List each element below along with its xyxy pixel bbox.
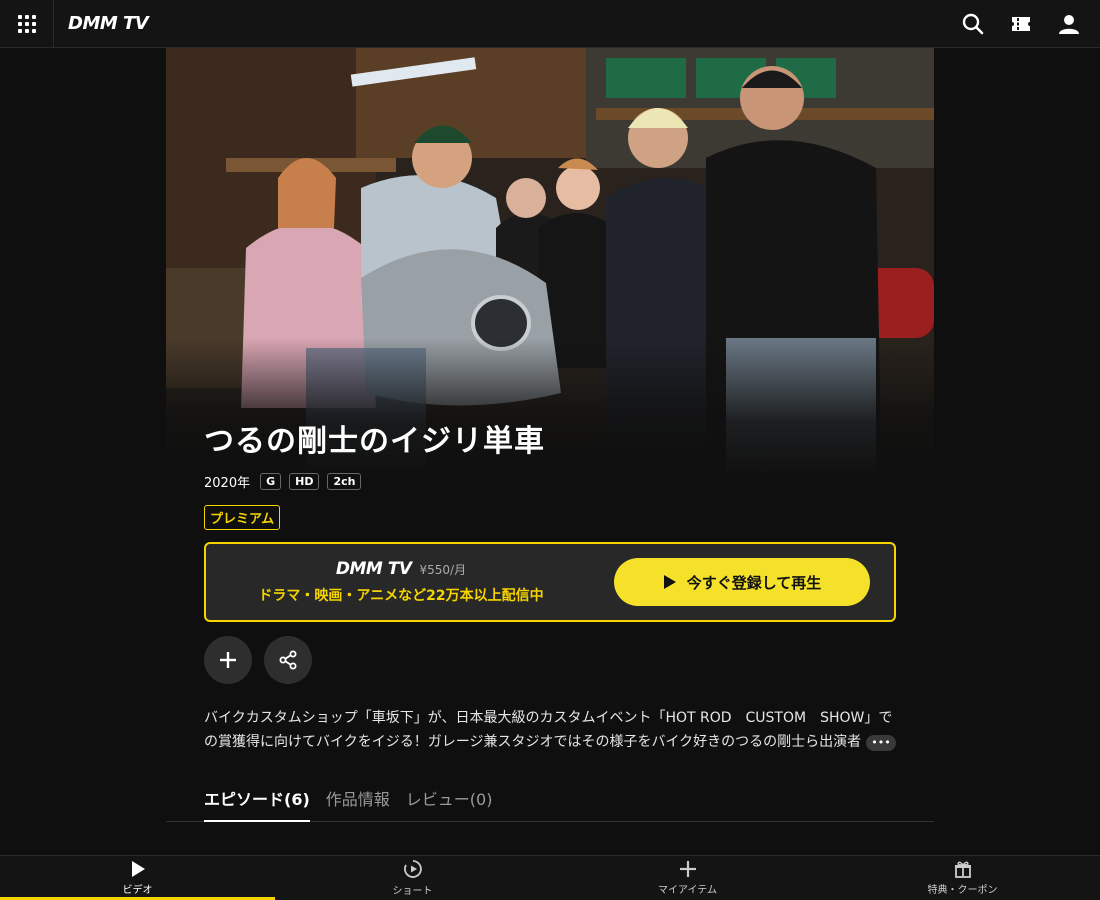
play-icon	[131, 861, 145, 877]
title-info: つるの剛士のイジリ単車 2020年 G HD 2ch プレミアム DMM TV …	[204, 416, 896, 754]
top-header: DMM TV	[0, 0, 1100, 48]
description: バイクカスタムショップ「車坂下」が、日本最大級のカスタムイベント「HOT ROD…	[204, 706, 896, 754]
plus-icon	[679, 861, 696, 877]
bottom-nav-my-items[interactable]: マイアイテム	[550, 856, 825, 900]
search-button[interactable]	[956, 7, 990, 41]
bottom-nav-short[interactable]: ショート	[275, 856, 550, 900]
action-buttons	[204, 636, 896, 684]
hero-image	[166, 48, 934, 478]
bottom-nav-video[interactable]: ビデオ	[0, 856, 275, 900]
bottom-nav-short-label: ショート	[392, 886, 433, 897]
add-to-list-button[interactable]	[204, 636, 252, 684]
play-icon	[663, 575, 676, 589]
gift-icon	[954, 861, 971, 878]
short-play-icon	[403, 860, 422, 878]
rating-badge: G	[260, 473, 282, 490]
quality-badge: HD	[289, 473, 320, 490]
premium-badge: プレミアム	[204, 505, 281, 530]
meta-row: 2020年 G HD 2ch	[204, 472, 896, 491]
promo-price: ¥550/月	[419, 563, 467, 577]
read-more-button[interactable]: •••	[866, 735, 896, 751]
promo-logo: DMM TV	[335, 559, 412, 579]
add-icon	[220, 652, 236, 668]
user-icon	[1059, 14, 1079, 34]
bottom-nav-video-label: ビデオ	[122, 885, 153, 896]
tab-details[interactable]: 作品情報	[326, 770, 390, 821]
description-text: バイクカスタムショップ「車坂下」が、日本最大級のカスタムイベント「HOT ROD…	[204, 710, 893, 750]
bottom-nav: ビデオ ショート マイアイテム 特典・クーポン	[0, 855, 1100, 900]
account-button[interactable]	[1052, 7, 1086, 41]
bottom-nav-my-items-label: マイアイテム	[658, 885, 717, 896]
ticket-icon	[1012, 16, 1030, 31]
audio-badge: 2ch	[327, 473, 362, 490]
subscribe-play-label: 今すぐ登録して再生	[686, 573, 822, 592]
title-detail: つるの剛士のイジリ単車 2020年 G HD 2ch プレミアム DMM TV …	[166, 48, 934, 856]
subscription-banner: DMM TV ¥550/月 ドラマ・映画・アニメなど22万本以上配信中 今すぐ登…	[204, 542, 896, 622]
promo-tagline: ドラマ・映画・アニメなど22万本以上配信中	[258, 588, 544, 604]
promo-info: DMM TV ¥550/月 ドラマ・映画・アニメなど22万本以上配信中	[206, 559, 596, 605]
share-button[interactable]	[264, 636, 312, 684]
grid-menu-button[interactable]	[0, 0, 54, 48]
search-icon	[962, 13, 984, 34]
bottom-nav-benefits[interactable]: 特典・クーポン	[825, 856, 1100, 900]
subscribe-play-button[interactable]: 今すぐ登録して再生	[614, 558, 870, 606]
share-icon	[279, 650, 297, 670]
bottom-nav-benefits-label: 特典・クーポン	[927, 885, 998, 896]
release-year: 2020年	[204, 476, 251, 491]
detail-tabs: エピソード(6) 作品情報 レビュー(0)	[166, 770, 934, 822]
tab-episodes[interactable]: エピソード(6)	[204, 770, 310, 822]
dmm-tv-logo[interactable]: DMM TV	[68, 13, 149, 34]
tab-reviews[interactable]: レビュー(0)	[406, 770, 493, 821]
ticket-button[interactable]	[1004, 7, 1038, 41]
page-title: つるの剛士のイジリ単車	[204, 424, 545, 459]
grid-menu-icon	[17, 14, 36, 33]
